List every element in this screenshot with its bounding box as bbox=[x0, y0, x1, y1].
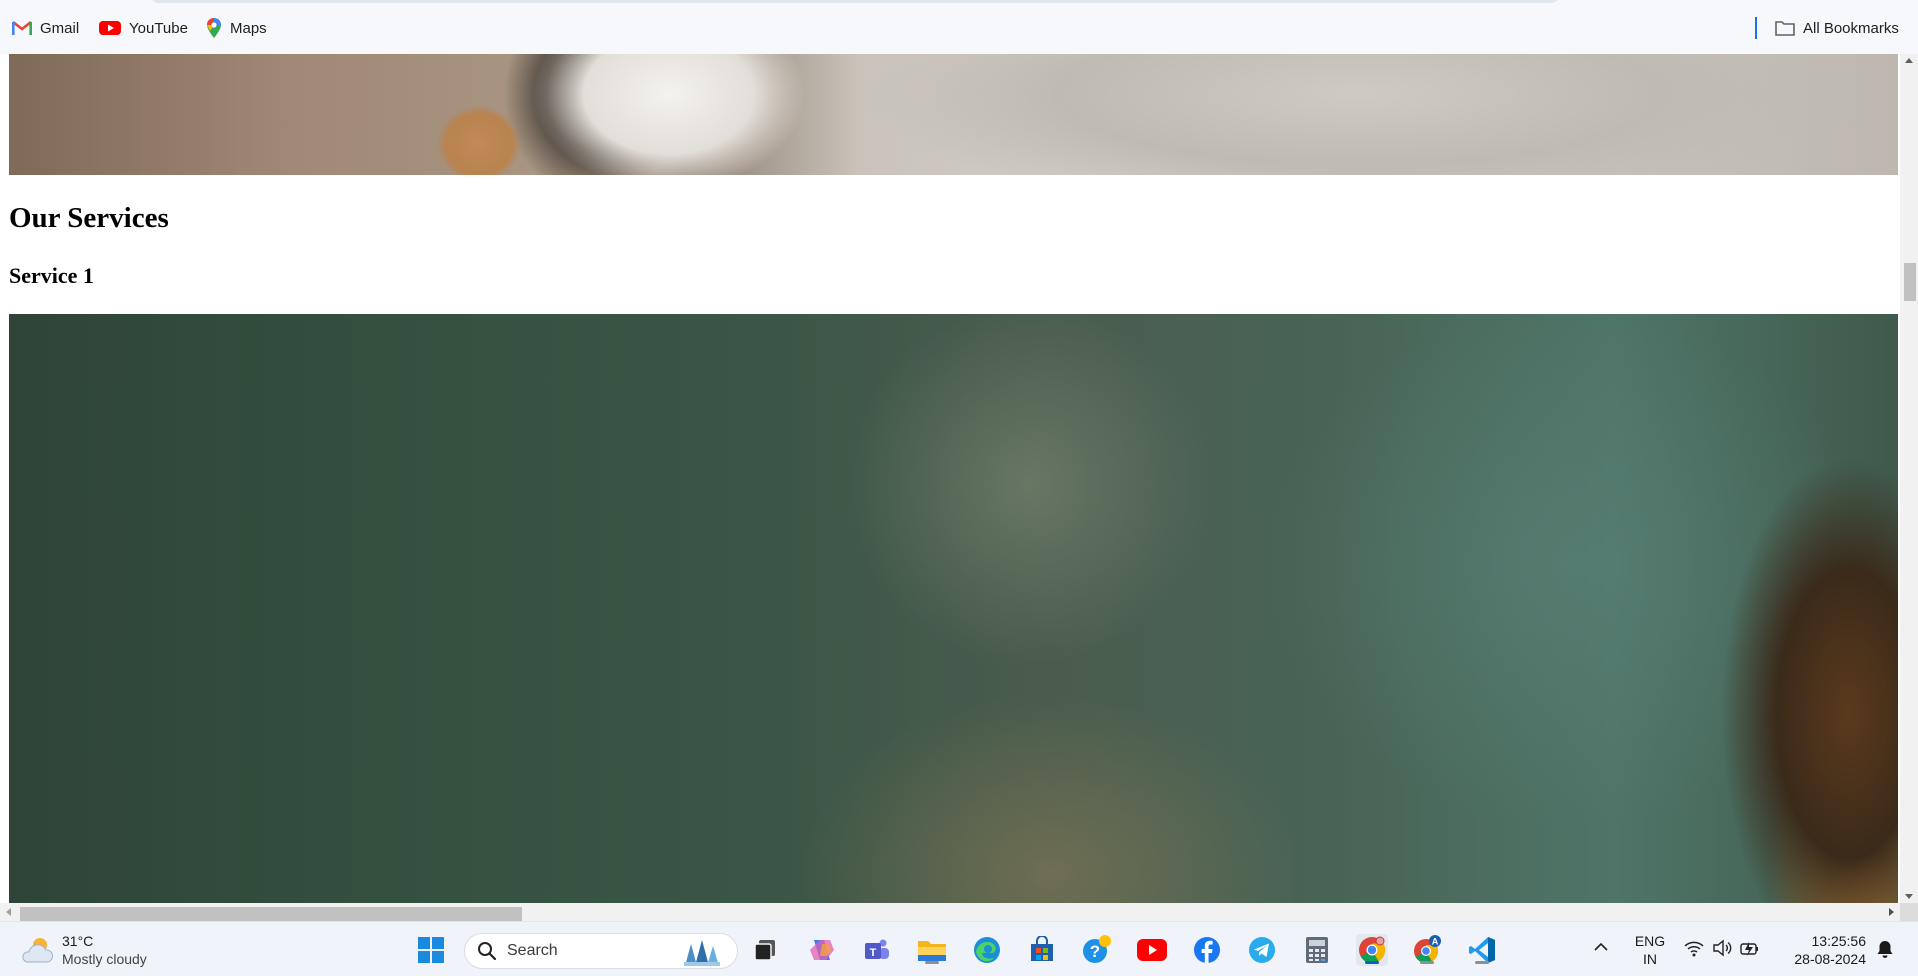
notifications-button[interactable] bbox=[1876, 939, 1894, 964]
region-code: IN bbox=[1643, 951, 1657, 967]
chrome-button[interactable] bbox=[1356, 934, 1388, 966]
running-indicator bbox=[925, 961, 939, 964]
battery-charging-icon bbox=[1740, 942, 1758, 956]
bookmark-label: Maps bbox=[230, 19, 267, 37]
input-language-indicator[interactable]: ENG IN bbox=[1630, 932, 1670, 968]
scroll-right-arrow[interactable] bbox=[1889, 908, 1894, 916]
bookmarks-bar: Gmail YouTube Maps All Bookmarks bbox=[0, 0, 1918, 54]
help-icon: ? bbox=[1083, 935, 1111, 963]
chevron-up-icon bbox=[1594, 942, 1608, 951]
weather-description: Mostly cloudy bbox=[62, 951, 147, 967]
taskbar-search-box[interactable]: Search bbox=[464, 933, 738, 969]
weather-widget[interactable]: 31°C Mostly cloudy bbox=[20, 932, 147, 968]
scrollbar-corner bbox=[1900, 903, 1918, 921]
windows-logo-icon bbox=[418, 937, 444, 963]
get-help-button[interactable]: ? bbox=[1081, 934, 1113, 966]
copilot-button[interactable] bbox=[806, 934, 838, 966]
vertical-scrollbar[interactable] bbox=[1900, 54, 1918, 903]
running-indicator bbox=[1420, 961, 1434, 964]
facebook-icon bbox=[1194, 937, 1220, 963]
horizontal-scroll-thumb[interactable] bbox=[20, 907, 522, 921]
maps-icon bbox=[207, 18, 221, 38]
svg-text:T: T bbox=[870, 947, 877, 959]
microsoft-store-button[interactable] bbox=[1026, 934, 1058, 966]
telegram-button[interactable] bbox=[1246, 934, 1278, 966]
wifi-icon bbox=[1684, 941, 1704, 957]
chrome-profile-button[interactable]: A bbox=[1411, 934, 1443, 966]
bell-icon bbox=[1877, 941, 1893, 958]
scroll-down-arrow[interactable] bbox=[1905, 894, 1913, 899]
search-icon bbox=[478, 942, 497, 961]
vscode-icon bbox=[1469, 937, 1495, 963]
copilot-icon bbox=[810, 940, 834, 960]
facebook-button[interactable] bbox=[1191, 934, 1223, 966]
partly-cloudy-icon bbox=[22, 938, 53, 963]
clock-date: 28-08-2024 bbox=[1794, 951, 1866, 967]
bookmark-label: Gmail bbox=[40, 19, 80, 37]
search-label: Search bbox=[507, 942, 558, 959]
vertical-scroll-thumb[interactable] bbox=[1904, 263, 1916, 301]
volume-icon bbox=[1713, 939, 1732, 957]
youtube-app-button[interactable] bbox=[1136, 934, 1168, 966]
scroll-left-arrow[interactable] bbox=[6, 908, 11, 916]
language-code: ENG bbox=[1634, 933, 1666, 949]
folder-icon bbox=[1775, 21, 1795, 36]
weather-temperature: 31°C bbox=[62, 933, 94, 949]
youtube-icon bbox=[99, 21, 121, 35]
service-image bbox=[9, 314, 1898, 903]
youtube-icon bbox=[1137, 939, 1167, 961]
bookmark-label: YouTube bbox=[129, 19, 188, 37]
show-hidden-icons-button[interactable] bbox=[1592, 938, 1610, 961]
all-bookmarks-button[interactable]: All Bookmarks bbox=[1775, 17, 1899, 39]
clock[interactable]: 13:25:56 28-08-2024 bbox=[1776, 932, 1866, 968]
bookmarks-separator bbox=[1755, 17, 1757, 39]
scroll-up-arrow[interactable] bbox=[1905, 58, 1913, 63]
service-title: Service 1 bbox=[9, 263, 94, 288]
bookmark-youtube[interactable]: YouTube bbox=[99, 17, 188, 39]
active-window-indicator bbox=[1365, 961, 1379, 964]
task-view-button[interactable] bbox=[749, 934, 781, 966]
task-view-icon bbox=[754, 940, 775, 961]
edge-icon bbox=[974, 937, 1000, 963]
taskbar: 31°C Mostly cloudy Search T ? A ENG IN 1… bbox=[0, 921, 1918, 976]
chrome-icon bbox=[1359, 936, 1386, 964]
gmail-icon bbox=[12, 20, 32, 35]
edge-button[interactable] bbox=[971, 934, 1003, 966]
start-button[interactable] bbox=[415, 934, 447, 966]
teams-button[interactable]: T bbox=[861, 934, 893, 966]
folder-icon bbox=[918, 941, 946, 961]
calculator-icon bbox=[1306, 937, 1328, 963]
address-bar-edge bbox=[150, 0, 1560, 3]
vscode-button[interactable] bbox=[1466, 934, 1498, 966]
svg-text:?: ? bbox=[1090, 942, 1100, 961]
system-tray-icons[interactable] bbox=[1684, 939, 1760, 957]
bookmark-gmail[interactable]: Gmail bbox=[12, 17, 79, 39]
page-viewport: Our Services Service 1 bbox=[0, 54, 1900, 903]
search-highlight-icon bbox=[684, 940, 720, 966]
bookmark-maps[interactable]: Maps bbox=[206, 17, 267, 39]
horizontal-scrollbar[interactable] bbox=[0, 903, 1900, 921]
hero-image bbox=[9, 54, 1898, 175]
telegram-icon bbox=[1249, 937, 1275, 963]
clock-time: 13:25:56 bbox=[1811, 933, 1867, 949]
teams-icon: T bbox=[865, 939, 889, 959]
store-icon bbox=[1031, 936, 1053, 961]
section-title: Our Services bbox=[9, 202, 169, 234]
svg-text:A: A bbox=[1432, 937, 1439, 947]
calculator-button[interactable] bbox=[1301, 934, 1333, 966]
all-bookmarks-label: All Bookmarks bbox=[1803, 19, 1899, 37]
running-indicator bbox=[1475, 961, 1489, 964]
file-explorer-button[interactable] bbox=[916, 934, 948, 966]
